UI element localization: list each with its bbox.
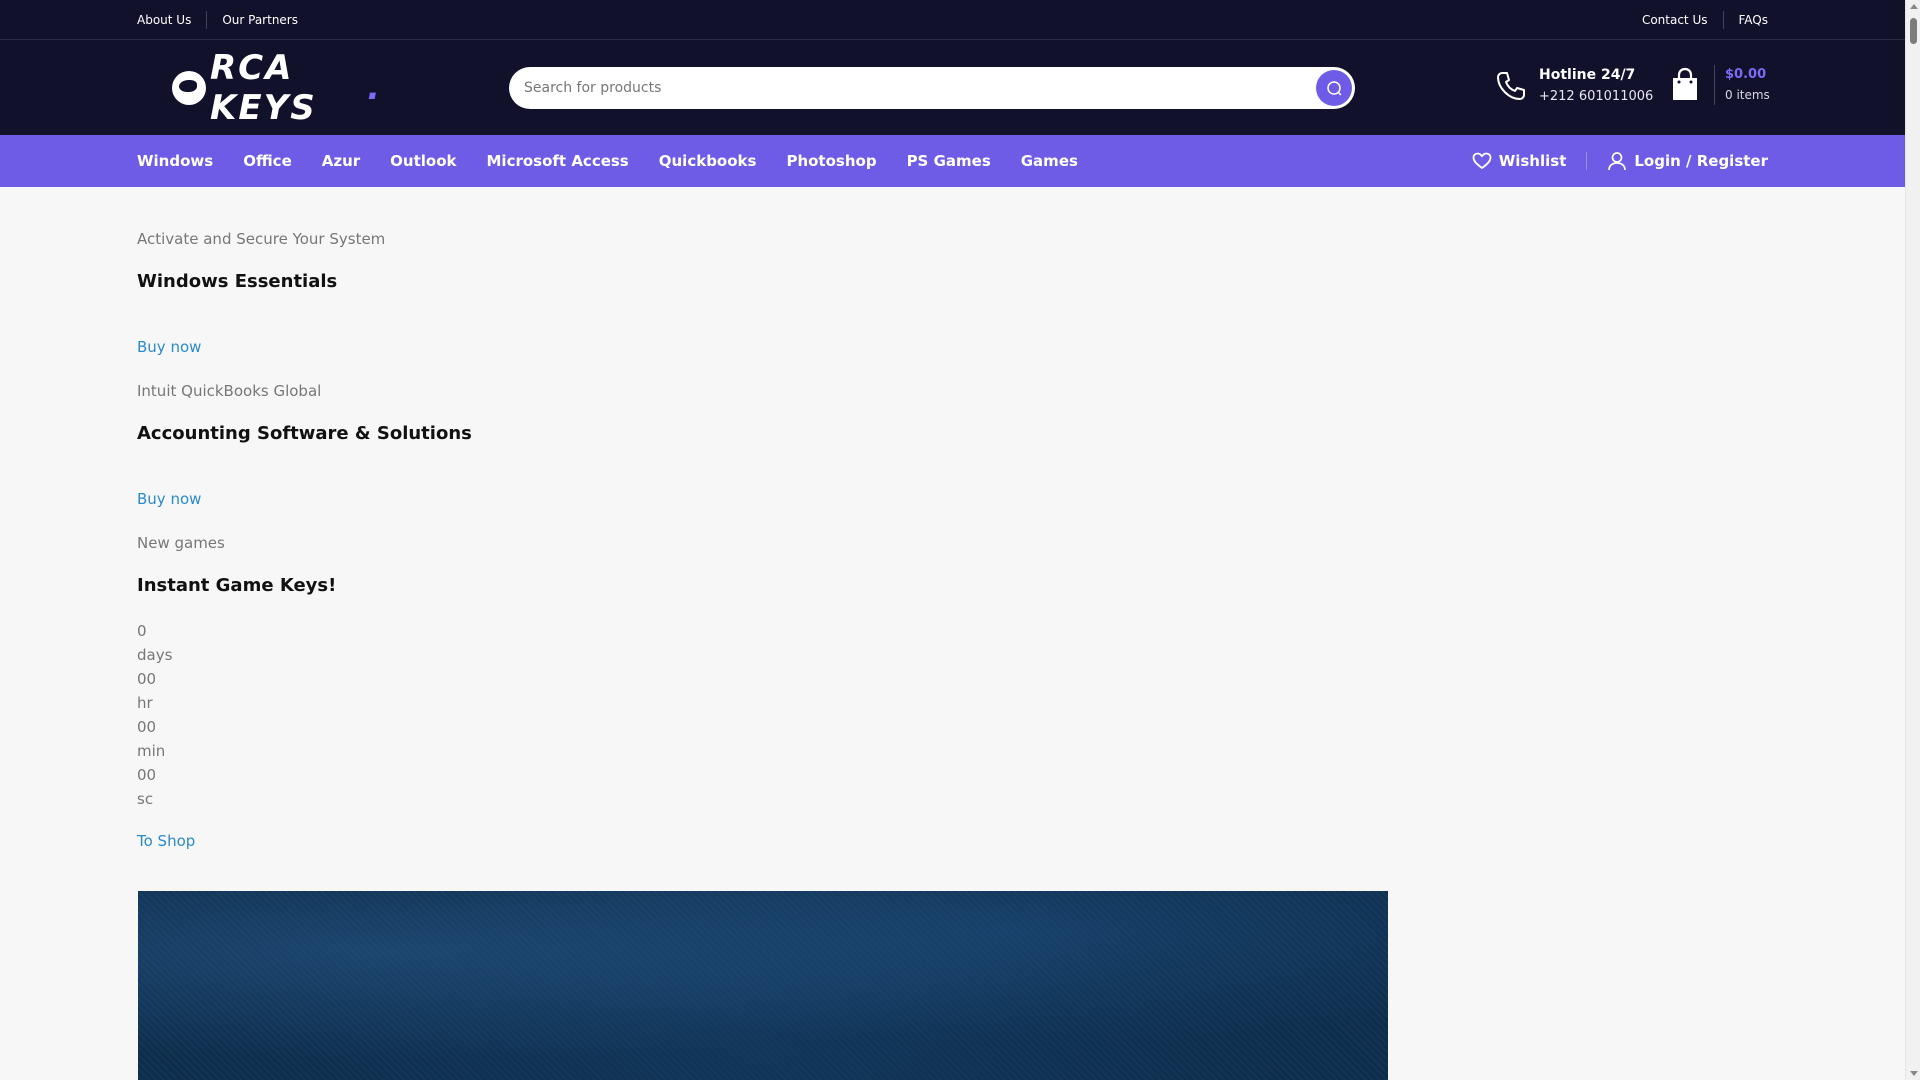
nav-account: Wishlist Login / Register [1472, 151, 1768, 171]
nav-item-games[interactable]: Games [1021, 152, 1078, 170]
slide-eyebrow: Intuit QuickBooks Global [137, 382, 322, 400]
login-register-button[interactable]: Login / Register [1607, 151, 1768, 171]
countdown-days-unit: days [137, 646, 173, 664]
hotline: Hotline 24/7 +212 601011006 [1495, 64, 1653, 108]
hotline-phone[interactable]: +212 601011006 [1539, 86, 1653, 108]
top-bar-right: Contact Us FAQs [1642, 10, 1769, 29]
hotline-title: Hotline 24/7 [1539, 67, 1636, 83]
page-scrollbar[interactable] [1905, 0, 1920, 1080]
page: About Us Our Partners Contact Us FAQs RC… [0, 0, 1905, 1080]
slide-windows: Activate and Secure Your System Windows … [137, 187, 1768, 357]
our-partners-link[interactable]: Our Partners [207, 11, 298, 29]
cart-item-count: 0 items [1725, 88, 1770, 102]
top-bar: About Us Our Partners Contact Us FAQs [0, 0, 1905, 40]
phone-icon [1497, 72, 1525, 100]
slide-heading: Windows Essentials [137, 271, 338, 292]
slide-heading: Instant Game Keys! [137, 575, 337, 596]
logo-text: RCA KEYS [210, 47, 317, 128]
countdown-hours-unit: hr [137, 694, 153, 712]
nav-item-photoshop[interactable]: Photoshop [786, 152, 876, 170]
wishlist-label: Wishlist [1498, 152, 1567, 170]
countdown: 0 days 00 hr 00 min 00 sc [137, 619, 1768, 811]
orca-logo-icon [172, 70, 206, 105]
hero-banner-image [138, 891, 1388, 1080]
search-input[interactable] [524, 79, 1316, 96]
slide-eyebrow: New games [137, 534, 225, 552]
search-button[interactable] [1316, 69, 1352, 106]
countdown-minutes-value: 00 [137, 718, 157, 736]
login-register-label: Login / Register [1634, 152, 1768, 170]
to-shop-link[interactable]: To Shop [137, 831, 195, 851]
scroll-up-arrow-icon[interactable] [1910, 4, 1918, 9]
nav-item-microsoft-access[interactable]: Microsoft Access [487, 152, 629, 170]
countdown-minutes-unit: min [137, 742, 166, 760]
nav-menu: Windows Office Azur Outlook Microsoft Ac… [137, 152, 1108, 170]
about-us-link[interactable]: About Us [137, 11, 206, 29]
slide-quickbooks: Intuit QuickBooks Global Accounting Soft… [137, 357, 1768, 509]
slide-heading: Accounting Software & Solutions [137, 423, 472, 444]
nav-item-windows[interactable]: Windows [137, 152, 213, 170]
site-logo[interactable]: RCA KEYS. [172, 48, 382, 128]
buy-now-link[interactable]: Buy now [137, 489, 201, 509]
buy-now-link[interactable]: Buy now [137, 337, 201, 357]
faqs-link[interactable]: FAQs [1724, 11, 1769, 29]
divider [1586, 152, 1588, 170]
divider [1714, 65, 1715, 105]
nav-item-office[interactable]: Office [243, 152, 292, 170]
main-nav: Windows Office Azur Outlook Microsoft Ac… [0, 135, 1905, 187]
search-icon [1327, 80, 1342, 95]
shopping-bag-icon [1673, 67, 1697, 100]
countdown-hours-value: 00 [137, 670, 157, 688]
cart-price: $0.00 [1725, 67, 1767, 82]
countdown-seconds-unit: sc [137, 790, 154, 808]
main-content: Activate and Secure Your System Windows … [0, 187, 1905, 851]
heart-icon [1472, 152, 1492, 169]
hotline-texts: Hotline 24/7 +212 601011006 [1539, 64, 1653, 108]
top-bar-left: About Us Our Partners [137, 10, 298, 29]
countdown-days-value: 0 [137, 622, 147, 640]
scroll-down-arrow-icon[interactable] [1910, 1071, 1918, 1076]
scrollbar-thumb[interactable] [1910, 18, 1917, 44]
nav-item-ps-games[interactable]: PS Games [907, 152, 991, 170]
slide-games: New games Instant Game Keys! 0 days 00 h… [137, 509, 1768, 851]
nav-item-outlook[interactable]: Outlook [390, 152, 456, 170]
wishlist-button[interactable]: Wishlist [1472, 152, 1567, 170]
countdown-seconds-value: 00 [137, 766, 157, 784]
nav-item-quickbooks[interactable]: Quickbooks [659, 152, 757, 170]
cart[interactable]: $0.00 0 items [1670, 65, 1770, 105]
cart-summary: $0.00 0 items [1725, 65, 1770, 105]
user-icon [1608, 152, 1627, 171]
logo-dot: . [367, 67, 382, 108]
contact-us-link[interactable]: Contact Us [1642, 11, 1723, 29]
slide-eyebrow: Activate and Secure Your System [137, 230, 386, 248]
search-bar [509, 66, 1355, 109]
site-header: RCA KEYS. Hotline 24/7 +212 601011006 [0, 40, 1905, 135]
nav-item-azur[interactable]: Azur [322, 152, 360, 170]
